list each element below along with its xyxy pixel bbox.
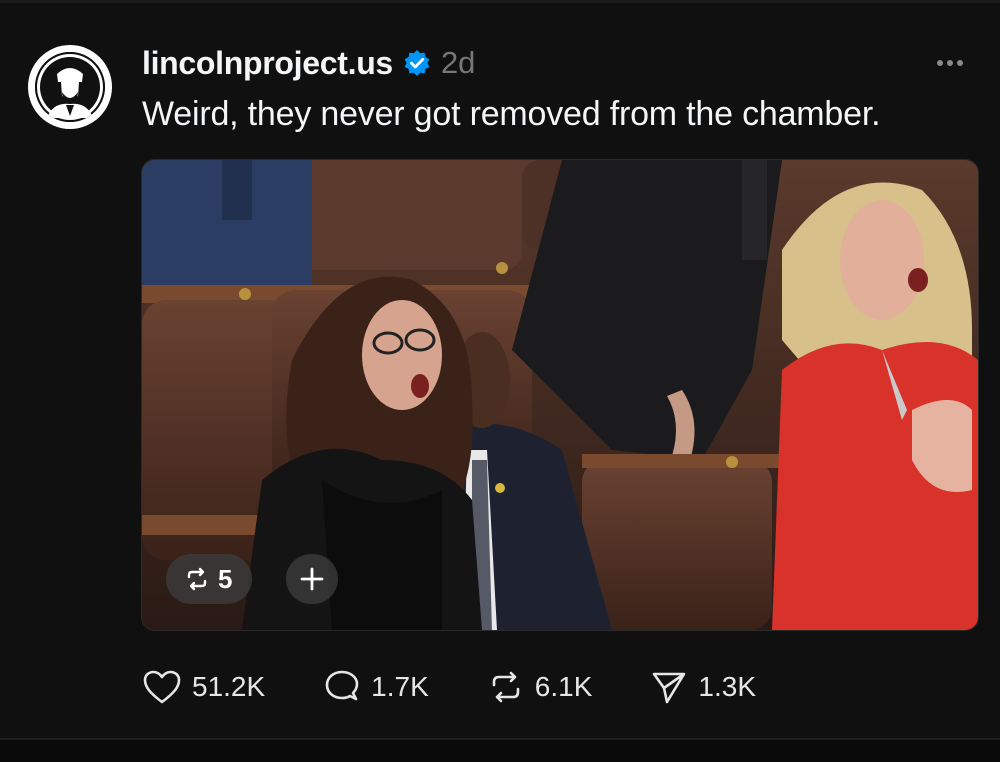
like-button[interactable]: 51.2K	[142, 669, 265, 705]
post: lincolnproject.us 2d Weird, they never g…	[0, 3, 1000, 738]
more-dot	[937, 60, 943, 66]
post-timestamp: 2d	[440, 45, 476, 80]
plus-icon	[299, 566, 325, 592]
reply-count: 1.7K	[371, 671, 429, 702]
repost-count: 6.1K	[534, 671, 593, 702]
send-icon	[650, 669, 688, 705]
post-actions: 51.2K 1.7K 6.1K 1.3K	[142, 665, 814, 709]
bottom-divider	[0, 738, 1000, 762]
repost-icon	[487, 669, 525, 705]
media-repost-pill[interactable]: 5	[166, 554, 253, 604]
heart-icon	[142, 669, 182, 705]
lincoln-portrait-icon	[35, 52, 105, 122]
more-dot	[947, 60, 953, 66]
share-count: 1.3K	[698, 671, 756, 702]
post-caption: Weird, they never got removed from the c…	[142, 95, 881, 133]
comment-icon	[323, 669, 361, 705]
more-dot	[957, 60, 963, 66]
repost-button[interactable]: 6.1K	[487, 669, 593, 705]
more-options-icon[interactable]	[928, 49, 972, 77]
username[interactable]: lincolnproject.us	[142, 45, 393, 82]
repost-icon	[184, 566, 210, 592]
share-button[interactable]: 1.3K	[650, 669, 756, 705]
post-header: lincolnproject.us 2d	[142, 43, 475, 83]
photo-illustration	[142, 160, 978, 630]
add-button[interactable]	[286, 554, 338, 604]
verified-badge-icon	[403, 49, 431, 77]
post-image[interactable]: 5	[141, 159, 979, 631]
media-repost-count: 5	[218, 563, 233, 594]
avatar[interactable]	[28, 45, 112, 129]
reply-button[interactable]: 1.7K	[323, 669, 429, 705]
like-count: 51.2K	[192, 671, 266, 702]
